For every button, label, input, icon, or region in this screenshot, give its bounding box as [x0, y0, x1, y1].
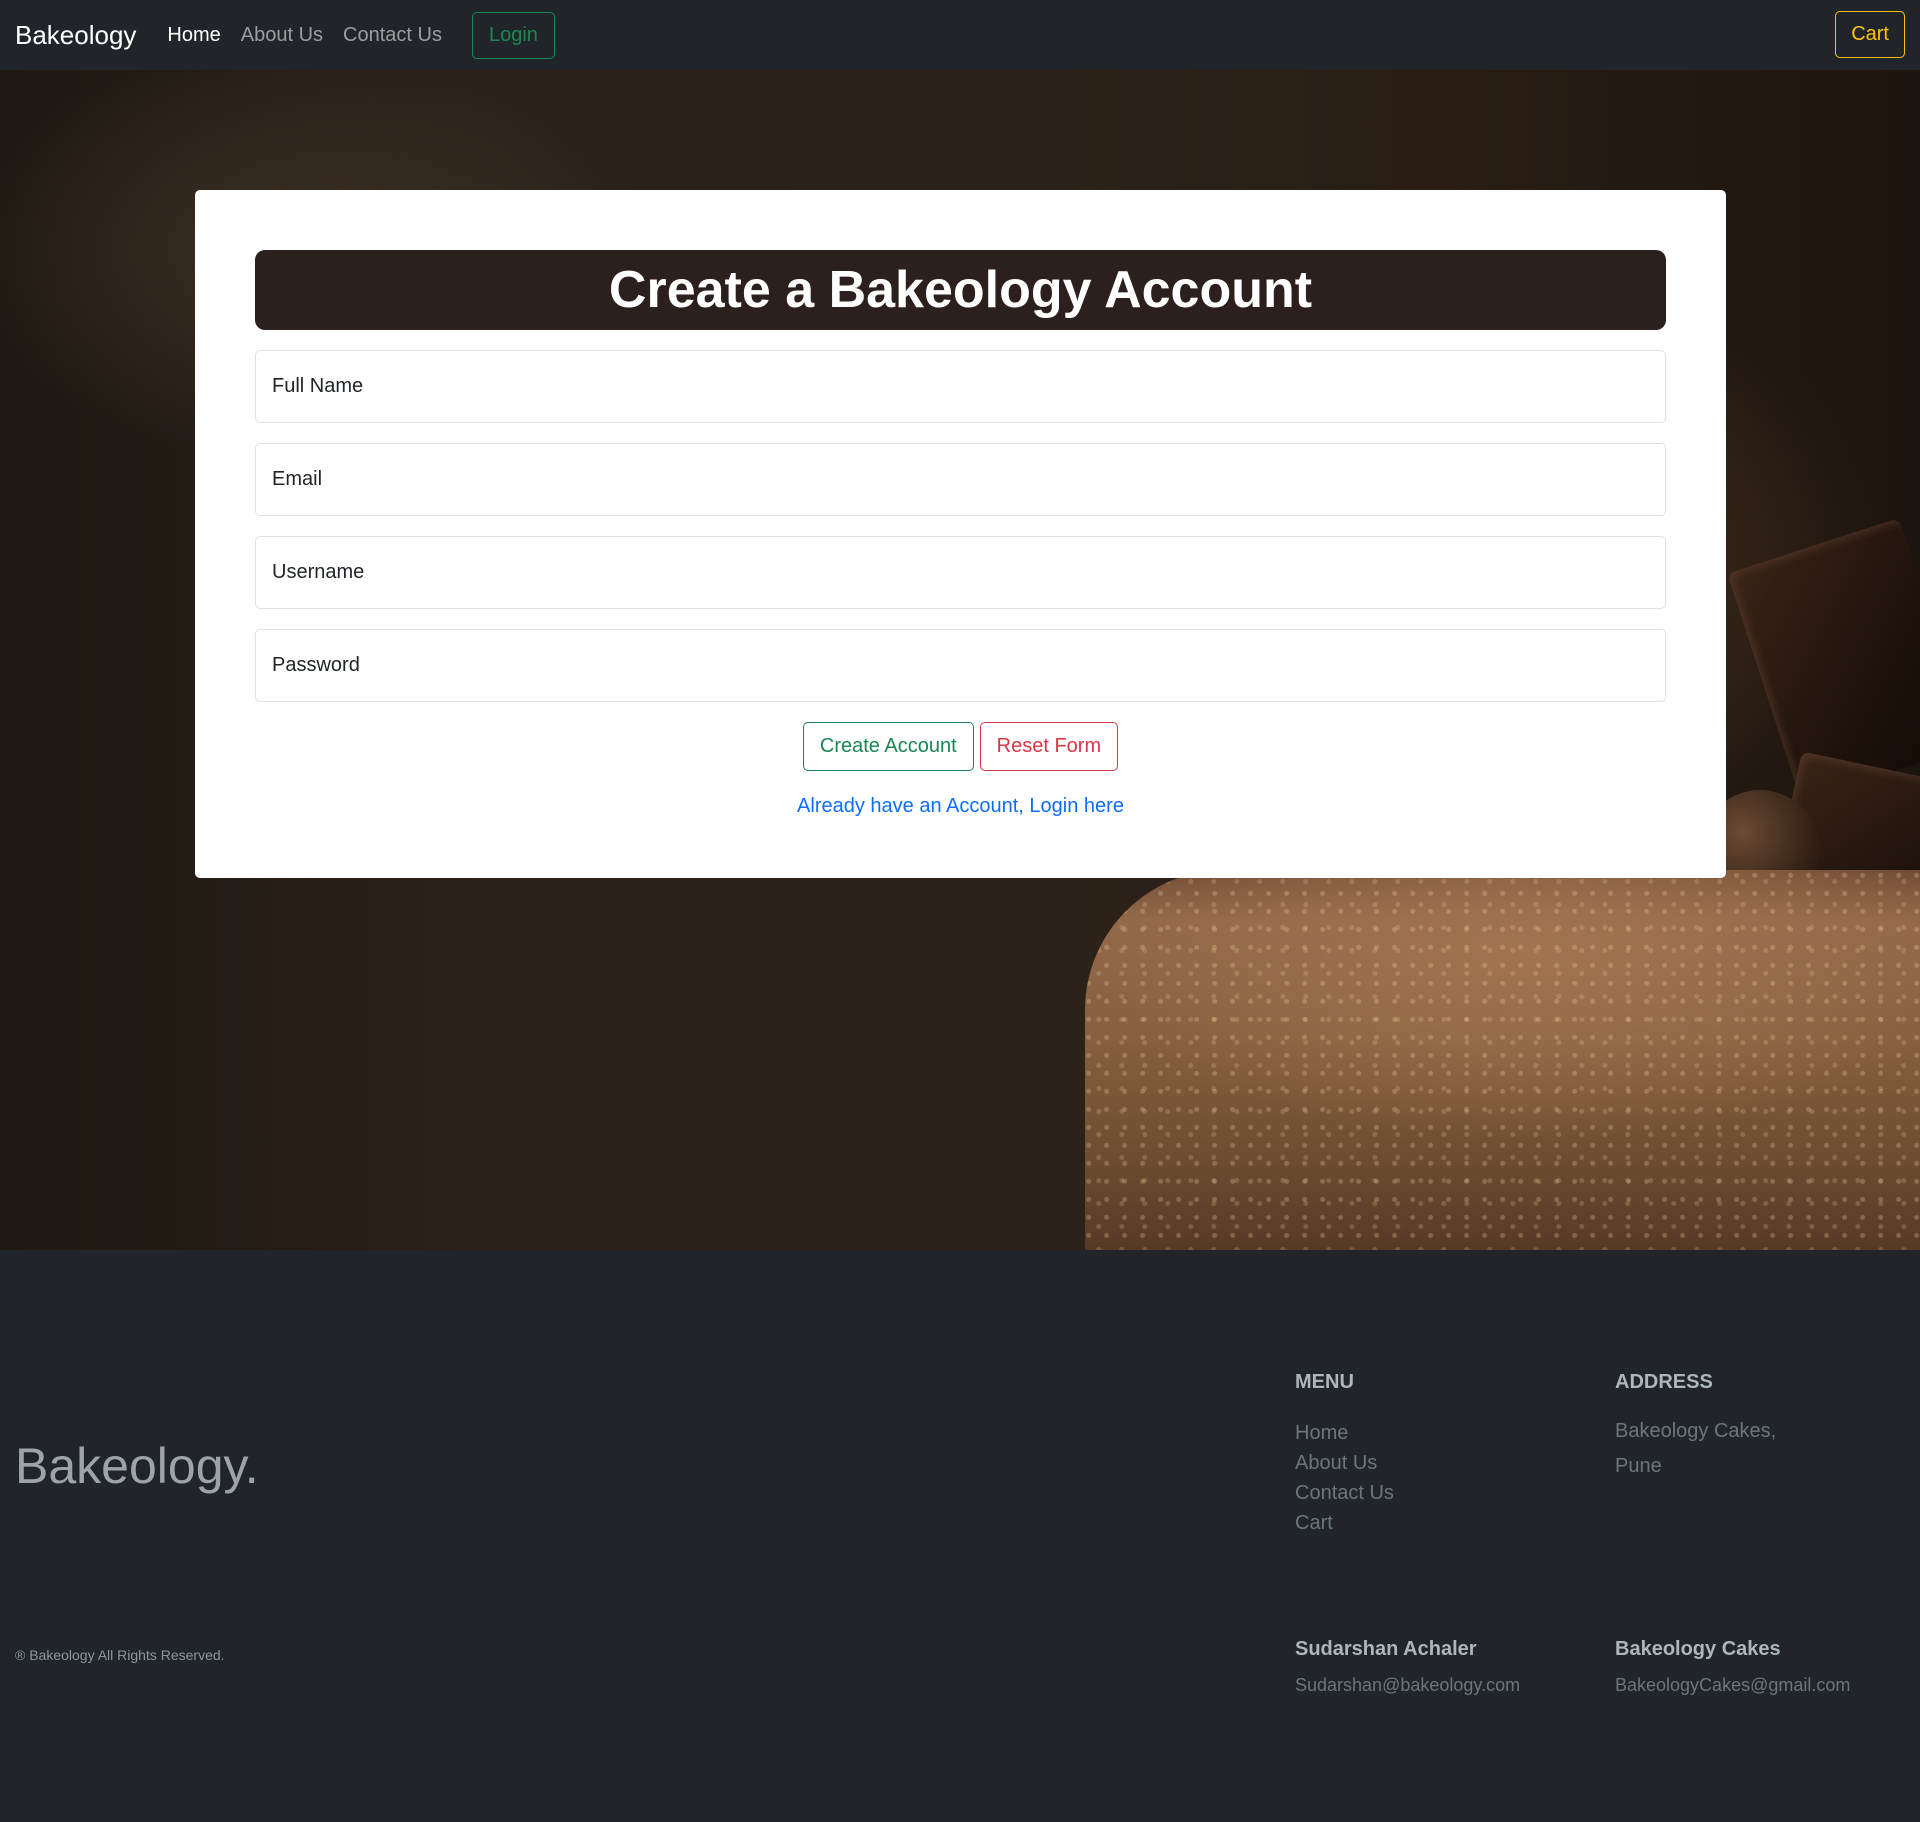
footer-contact-1: Sudarshan Achaler Sudarshan@bakeology.co…: [1295, 1638, 1520, 1696]
nav-link-about[interactable]: About Us: [241, 24, 323, 47]
footer-address: ADDRESS Bakeology Cakes, Pune: [1615, 1371, 1776, 1484]
footer-copyright: ® Bakeology All Rights Reserved.: [15, 1647, 225, 1663]
footer-address-line: Bakeology Cakes,: [1615, 1420, 1777, 1442]
login-here-link[interactable]: Already have an Account, Login here: [255, 795, 1666, 818]
create-account-button[interactable]: Create Account: [802, 722, 974, 771]
footer-link-about[interactable]: About Us: [1295, 1448, 1394, 1478]
username-label: Username: [272, 561, 365, 583]
signup-card: Create a Bakeology Account Full Name Ema…: [195, 190, 1726, 878]
nav-link-home[interactable]: Home: [167, 24, 220, 47]
cart-button[interactable]: Cart: [1835, 11, 1905, 58]
full-name-label: Full Name: [272, 375, 364, 397]
footer-contact-2: Bakeology Cakes BakeologyCakes@gmail.com: [1615, 1638, 1850, 1696]
password-label: Password: [272, 654, 360, 676]
full-name-field[interactable]: Full Name: [255, 350, 1666, 423]
password-field[interactable]: Password: [255, 629, 1666, 702]
footer-menu-heading: MENU: [1295, 1371, 1354, 1393]
footer-link-contact[interactable]: Contact Us: [1295, 1478, 1394, 1508]
footer-link-cart[interactable]: Cart: [1295, 1508, 1394, 1538]
cake-image: [1085, 870, 1920, 1250]
contact-email-link[interactable]: Sudarshan@bakeology.com: [1295, 1675, 1520, 1696]
form-title: Create a Bakeology Account: [255, 250, 1666, 330]
form-actions: Create Account Reset Form: [255, 722, 1666, 771]
footer-link-home[interactable]: Home: [1295, 1418, 1394, 1448]
email-label: Email: [272, 468, 323, 490]
top-navbar: Bakeology Home About Us Contact Us Login…: [0, 0, 1920, 70]
login-button[interactable]: Login: [471, 11, 555, 59]
footer-brand: Bakeology.: [15, 1438, 259, 1494]
contact-name: Bakeology Cakes: [1615, 1638, 1781, 1660]
contact-email-link[interactable]: BakeologyCakes@gmail.com: [1615, 1675, 1850, 1696]
email-field[interactable]: Email: [255, 443, 1666, 516]
username-field[interactable]: Username: [255, 536, 1666, 609]
brand-logo[interactable]: Bakeology: [15, 20, 136, 51]
footer-menu: MENU Home About Us Contact Us Cart: [1295, 1371, 1394, 1538]
contact-name: Sudarshan Achaler: [1295, 1638, 1477, 1660]
nav-link-contact[interactable]: Contact Us: [343, 24, 442, 47]
footer-address-line: Pune: [1615, 1455, 1662, 1477]
reset-form-button[interactable]: Reset Form: [979, 722, 1119, 771]
footer: Bakeology. ® Bakeology All Rights Reserv…: [0, 1250, 1920, 1822]
footer-address-heading: ADDRESS: [1615, 1371, 1713, 1393]
